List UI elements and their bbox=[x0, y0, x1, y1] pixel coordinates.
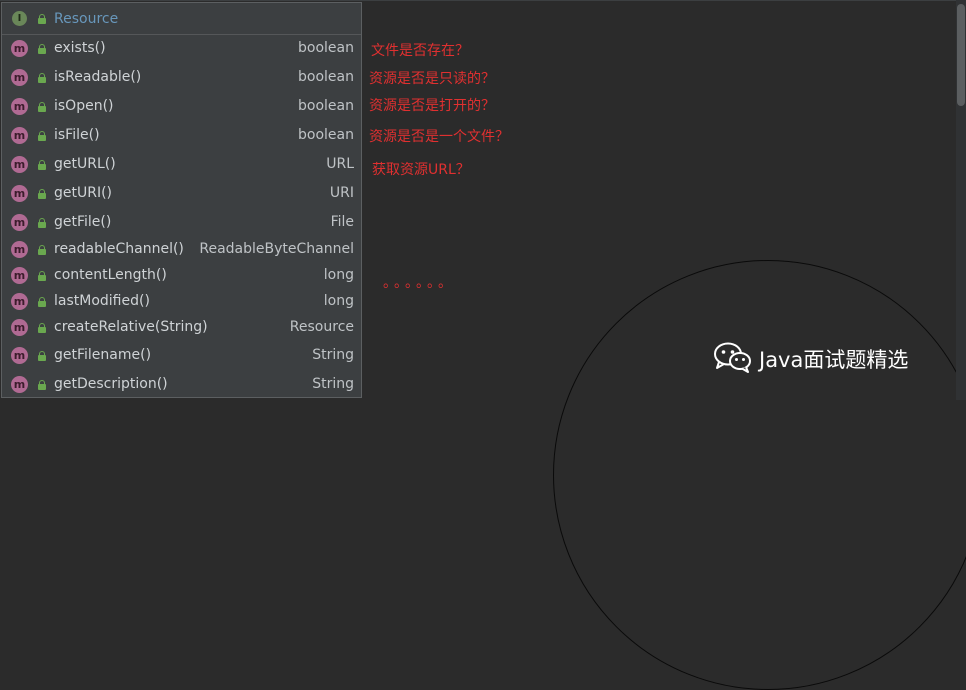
top-divider bbox=[0, 0, 966, 1]
structure-popup[interactable]: I Resource m exists() boolean m isReadab… bbox=[1, 2, 362, 398]
member-type: String bbox=[312, 347, 354, 363]
member-name: getURL() bbox=[54, 156, 116, 172]
member-type: long bbox=[323, 293, 354, 309]
wechat-icon bbox=[714, 342, 751, 373]
method-icon: m bbox=[11, 376, 28, 393]
annotation-exists: 文件是否存在？ bbox=[371, 43, 469, 59]
watermark-text: Java面试题精选 bbox=[759, 348, 909, 372]
member-type: URL bbox=[326, 156, 354, 172]
member-row-createrelative[interactable]: m createRelative(String) Resource bbox=[2, 315, 361, 341]
annotation-ellipsis: 。。。。。。 bbox=[383, 275, 456, 291]
public-lock-icon bbox=[38, 297, 46, 307]
member-type: ReadableByteChannel bbox=[199, 241, 354, 257]
public-lock-icon bbox=[38, 271, 46, 281]
member-name: contentLength() bbox=[54, 267, 167, 283]
member-type: URI bbox=[329, 185, 354, 201]
member-name: readableChannel() bbox=[54, 241, 184, 257]
method-icon: m bbox=[11, 241, 28, 258]
popup-title: Resource bbox=[54, 11, 119, 27]
public-lock-icon bbox=[38, 245, 46, 255]
public-lock-icon bbox=[38, 131, 46, 141]
member-row-getfilename[interactable]: m getFilename() String bbox=[2, 343, 361, 369]
member-row-getdescription[interactable]: m getDescription() String bbox=[2, 372, 361, 398]
member-name: getURI() bbox=[54, 185, 113, 201]
public-lock-icon bbox=[38, 380, 46, 390]
decorative-circle bbox=[553, 260, 966, 690]
member-row-isopen[interactable]: m isOpen() boolean bbox=[2, 94, 361, 120]
member-name: isOpen() bbox=[54, 98, 114, 114]
member-row-isreadable[interactable]: m isReadable() boolean bbox=[2, 65, 361, 91]
vertical-scrollbar[interactable] bbox=[956, 0, 966, 400]
method-icon: m bbox=[11, 127, 28, 144]
member-name: exists() bbox=[54, 40, 106, 56]
method-icon: m bbox=[11, 98, 28, 115]
annotation-isfile: 资源是否是一个文件？ bbox=[369, 129, 509, 145]
member-row-exists[interactable]: m exists() boolean bbox=[2, 36, 361, 62]
member-type: long bbox=[323, 267, 354, 283]
scrollbar-thumb[interactable] bbox=[957, 4, 965, 106]
member-name: createRelative(String) bbox=[54, 319, 208, 335]
popup-header: I Resource bbox=[2, 3, 361, 35]
member-name: isFile() bbox=[54, 127, 100, 143]
method-icon: m bbox=[11, 156, 28, 173]
member-type: boolean bbox=[298, 98, 354, 114]
member-row-readablechannel[interactable]: m readableChannel() ReadableByteChannel bbox=[2, 237, 361, 263]
method-icon: m bbox=[11, 185, 28, 202]
method-icon: m bbox=[11, 267, 28, 284]
annotation-isopen: 资源是否是打开的？ bbox=[369, 98, 495, 114]
annotation-geturl: 获取资源URL？ bbox=[372, 162, 470, 178]
member-type: boolean bbox=[298, 40, 354, 56]
interface-icon: I bbox=[12, 11, 27, 26]
member-type: Resource bbox=[289, 319, 354, 335]
member-row-getfile[interactable]: m getFile() File bbox=[2, 210, 361, 236]
public-lock-icon bbox=[38, 73, 46, 83]
member-row-isfile[interactable]: m isFile() boolean bbox=[2, 123, 361, 149]
public-lock-icon bbox=[38, 102, 46, 112]
member-type: File bbox=[330, 214, 354, 230]
member-type: String bbox=[312, 376, 354, 392]
public-lock-icon bbox=[38, 189, 46, 199]
public-lock-icon bbox=[38, 351, 46, 361]
public-lock-icon bbox=[38, 160, 46, 170]
public-lock-icon bbox=[38, 14, 46, 24]
public-lock-icon bbox=[38, 218, 46, 228]
method-icon: m bbox=[11, 40, 28, 57]
method-icon: m bbox=[11, 347, 28, 364]
method-icon: m bbox=[11, 293, 28, 310]
member-name: isReadable() bbox=[54, 69, 142, 85]
member-row-contentlength[interactable]: m contentLength() long bbox=[2, 263, 361, 289]
method-icon: m bbox=[11, 69, 28, 86]
member-name: getFile() bbox=[54, 214, 112, 230]
member-row-geturi[interactable]: m getURI() URI bbox=[2, 181, 361, 207]
member-name: getFilename() bbox=[54, 347, 152, 363]
annotation-isreadable: 资源是否是只读的？ bbox=[369, 71, 495, 87]
member-row-lastmodified[interactable]: m lastModified() long bbox=[2, 289, 361, 315]
public-lock-icon bbox=[38, 44, 46, 54]
member-row-geturl[interactable]: m getURL() URL bbox=[2, 152, 361, 178]
method-icon: m bbox=[11, 319, 28, 336]
member-type: boolean bbox=[298, 127, 354, 143]
member-type: boolean bbox=[298, 69, 354, 85]
public-lock-icon bbox=[38, 323, 46, 333]
member-name: getDescription() bbox=[54, 376, 168, 392]
method-icon: m bbox=[11, 214, 28, 231]
member-name: lastModified() bbox=[54, 293, 150, 309]
